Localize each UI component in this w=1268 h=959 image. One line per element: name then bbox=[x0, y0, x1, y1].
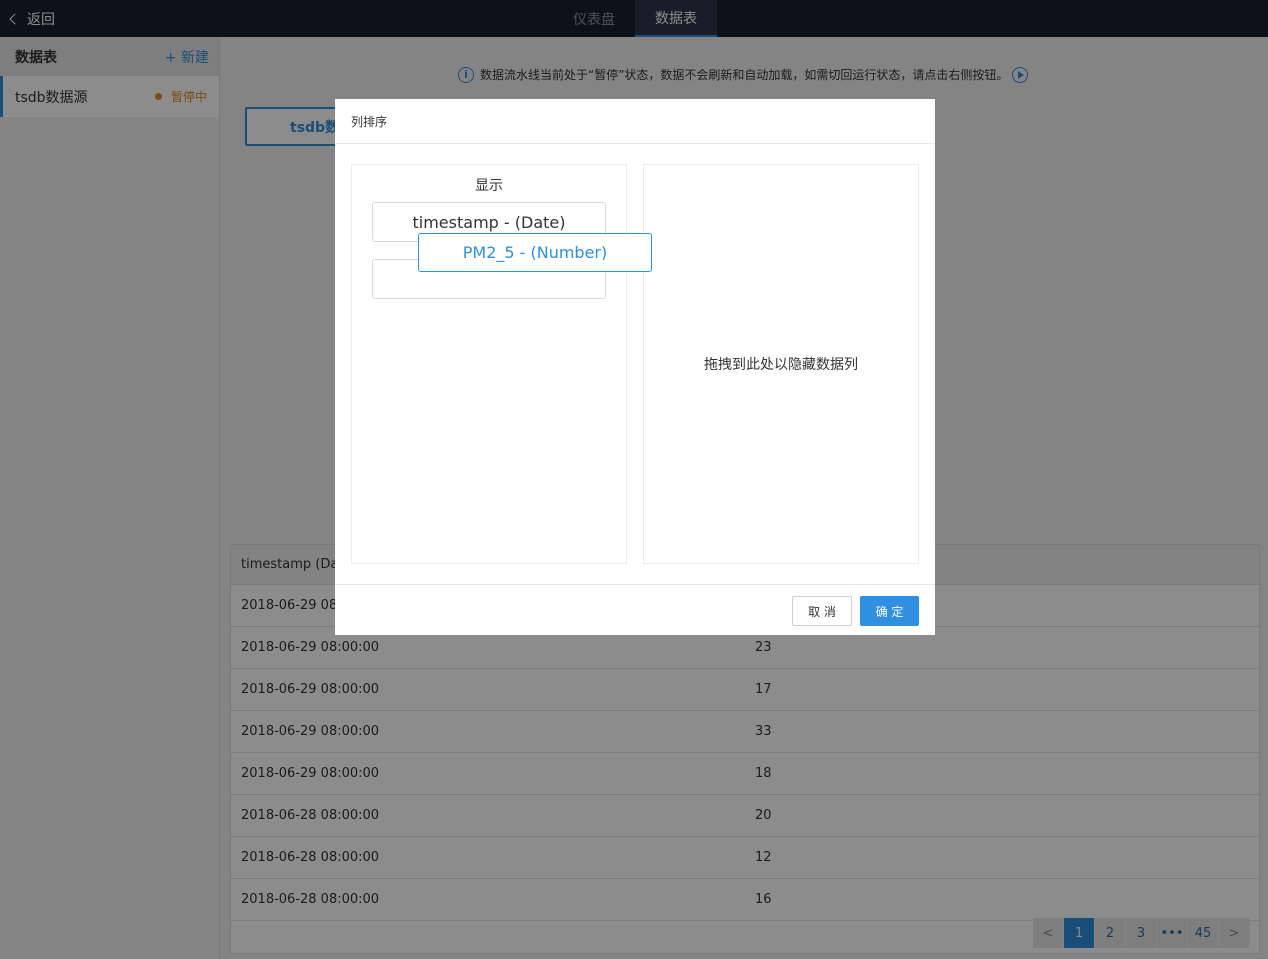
cancel-button[interactable]: 取 消 bbox=[792, 596, 852, 626]
column-sort-dialog: 列排序 显示 timestamp - (Date) 拖拽到此处以隐藏数据列 PM… bbox=[335, 99, 935, 635]
visible-columns-panel[interactable]: 显示 timestamp - (Date) bbox=[351, 164, 627, 564]
visible-panel-title: 显示 bbox=[475, 178, 503, 194]
hidden-columns-dropzone[interactable]: 拖拽到此处以隐藏数据列 bbox=[643, 164, 919, 564]
dialog-title: 列排序 bbox=[335, 99, 935, 144]
dialog-footer: 取 消 确 定 bbox=[335, 584, 935, 635]
confirm-button[interactable]: 确 定 bbox=[860, 596, 919, 626]
dragging-column-item[interactable]: PM2_5 - (Number) bbox=[418, 233, 652, 272]
dropzone-hint: 拖拽到此处以隐藏数据列 bbox=[704, 357, 858, 373]
